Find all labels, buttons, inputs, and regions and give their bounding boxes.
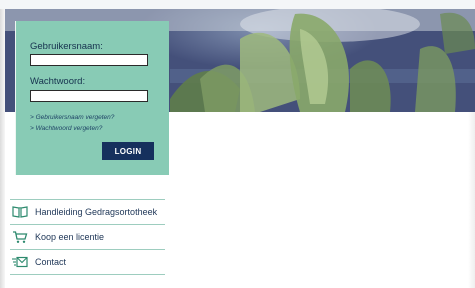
side-menu: Handleiding Gedragsortotheek Koop een li… xyxy=(10,199,165,275)
book-icon xyxy=(12,205,28,219)
password-label: Wachtwoord: xyxy=(30,76,86,87)
menu-item-label: Contact xyxy=(35,257,67,267)
menu-item-label: Handleiding Gedragsortotheek xyxy=(35,207,158,217)
menu-item-contact[interactable]: Contact xyxy=(10,250,165,275)
login-button[interactable]: LOGIN xyxy=(102,142,154,160)
menu-item-manual[interactable]: Handleiding Gedragsortotheek xyxy=(10,199,165,225)
menu-item-label: Koop een licentie xyxy=(35,232,105,242)
shopping-cart-icon xyxy=(12,230,28,244)
left-edge-shadow xyxy=(0,9,5,288)
top-strip xyxy=(0,0,475,9)
username-label: Gebruikersnaam: xyxy=(30,41,103,52)
forgot-username-link[interactable]: > Gebruikersnaam vergeten? xyxy=(30,114,114,121)
menu-item-buy-license[interactable]: Koop een licentie xyxy=(10,225,165,250)
forgot-password-link[interactable]: > Wachtwoord vergeten? xyxy=(30,125,102,132)
mail-icon xyxy=(12,255,28,269)
right-edge-shadow xyxy=(468,112,475,288)
username-input[interactable] xyxy=(30,54,148,66)
password-input[interactable] xyxy=(30,90,148,102)
login-panel: Gebruikersnaam: Wachtwoord: > Gebruikers… xyxy=(15,21,169,175)
